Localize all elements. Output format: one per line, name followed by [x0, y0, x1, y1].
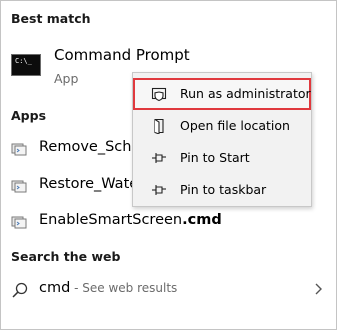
search-icon [12, 282, 28, 298]
menu-item-pin-to-taskbar[interactable]: Pin to taskbar [133, 174, 311, 206]
command-prompt-icon: C:\_ [11, 54, 41, 76]
best-match-heading: Best match [11, 11, 91, 26]
pin-icon [152, 153, 166, 163]
menu-item-label: Pin to Start [180, 150, 250, 165]
chevron-right-icon[interactable] [312, 281, 324, 297]
pin-icon [152, 185, 166, 195]
context-menu: Run as administrator Open file location … [132, 72, 312, 207]
menu-item-open-file-location[interactable]: Open file location [133, 110, 311, 142]
script-file-icon [11, 143, 27, 156]
menu-item-label: Run as administrator [180, 86, 311, 101]
script-file-icon [11, 180, 27, 193]
apps-heading: Apps [11, 108, 47, 123]
app-result-label: EnableSmartScreen.cmd [39, 212, 222, 228]
open-folder-icon [154, 118, 164, 134]
menu-item-run-as-administrator[interactable]: Run as administrator [133, 78, 311, 110]
command-prompt-glyph: C:\_ [15, 57, 32, 65]
web-search-query: cmd - See web results [39, 280, 178, 296]
search-web-heading: Search the web [11, 249, 121, 264]
start-search-panel: Best match C:\_ Command Prompt App Apps … [0, 0, 337, 330]
menu-item-label: Pin to taskbar [180, 182, 267, 197]
menu-item-pin-to-start[interactable]: Pin to Start [133, 142, 311, 174]
best-match-app-type: App [54, 71, 79, 86]
menu-item-label: Open file location [180, 118, 290, 133]
shield-icon [151, 87, 167, 102]
script-file-icon [11, 216, 27, 229]
web-search-result[interactable]: cmd - See web results [1, 275, 337, 305]
best-match-app-name: Command Prompt [54, 46, 190, 64]
app-result-enable-smartscreen[interactable]: EnableSmartScreen.cmd [1, 207, 337, 237]
